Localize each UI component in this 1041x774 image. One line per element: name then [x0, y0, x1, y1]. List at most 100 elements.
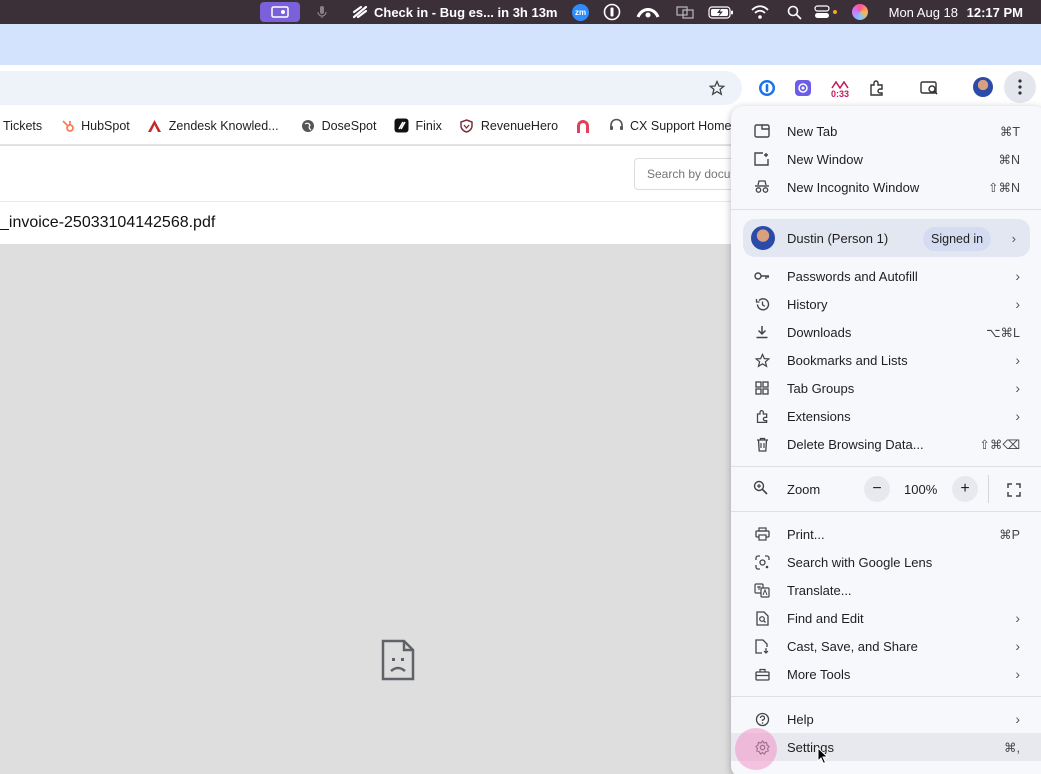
menu-new-tab[interactable]: New Tab ⌘T [731, 117, 1041, 145]
menu-cast-save-share[interactable]: Cast, Save, and Share › [731, 632, 1041, 660]
tab-strip[interactable] [0, 24, 1041, 65]
menu-settings[interactable]: Settings ⌘, [731, 733, 1041, 761]
help-icon [753, 710, 771, 728]
menu-find-and-edit[interactable]: Find and Edit › [731, 604, 1041, 632]
menu-help[interactable]: Help › [731, 705, 1041, 733]
zoom-magnifier-icon [753, 480, 768, 498]
menu-separator [731, 696, 1041, 697]
history-icon [753, 295, 771, 313]
click-indicator [735, 728, 777, 770]
chevron-right-icon: › [1015, 268, 1020, 284]
bookmark-star-icon[interactable] [706, 77, 728, 99]
bookmark-finix[interactable]: Finix [393, 118, 442, 134]
chevron-right-icon: › [1015, 380, 1020, 396]
menu-search-google-lens[interactable]: Search with Google Lens [731, 548, 1041, 576]
shield-icon [459, 118, 475, 134]
bookmark-hubspot[interactable]: HubSpot [59, 118, 130, 134]
bookmark-tickets[interactable]: Tickets [3, 119, 42, 133]
trash-icon [753, 435, 771, 453]
menu-separator [731, 466, 1041, 467]
menu-new-window[interactable]: New Window ⌘N [731, 145, 1041, 173]
chevron-right-icon: › [1015, 638, 1020, 654]
spotlight-search-icon[interactable] [787, 0, 802, 24]
save-page-icon [753, 637, 771, 655]
chevron-right-icon: › [1015, 711, 1020, 727]
menu-profile-row[interactable]: Dustin (Person 1) Signed in › [743, 219, 1030, 257]
menu-translate[interactable]: Translate... [731, 576, 1041, 604]
profile-avatar[interactable] [972, 76, 994, 98]
toolbox-icon [753, 665, 771, 683]
zoom-in-button[interactable]: + [952, 476, 978, 502]
puzzle-icon [753, 407, 771, 425]
menu-tab-groups[interactable]: Tab Groups › [731, 374, 1041, 402]
menu-separator [731, 511, 1041, 512]
find-page-icon [753, 609, 771, 627]
key-icon [753, 267, 771, 285]
fullscreen-icon[interactable] [1001, 477, 1027, 503]
incognito-icon [753, 178, 771, 196]
ai-extension-icon[interactable] [792, 77, 814, 99]
zoom-level: 100% [904, 482, 938, 497]
bookmark-arch[interactable] [575, 118, 591, 134]
timer-extension-icon[interactable]: 0:33 [826, 79, 854, 101]
arch-icon [575, 118, 591, 134]
control-center-icon[interactable] [814, 0, 838, 24]
translate-icon [753, 581, 771, 599]
chrome-app-menu: New Tab ⌘T New Window ⌘N New Incognito W… [731, 106, 1041, 774]
chevron-right-icon: › [1015, 352, 1020, 368]
mirroring-icon[interactable] [676, 0, 694, 24]
star-icon [753, 351, 771, 369]
finix-icon [393, 118, 409, 134]
menu-history[interactable]: History › [731, 290, 1041, 318]
menubar-time[interactable]: 12:17 PM [967, 0, 1023, 24]
vpn-icon[interactable] [636, 0, 660, 24]
kebab-menu-icon[interactable] [1004, 71, 1036, 103]
menu-more-tools[interactable]: More Tools › [731, 660, 1041, 688]
menu-downloads[interactable]: Downloads ⌥⌘L [731, 318, 1041, 346]
menu-passwords-autofill[interactable]: Passwords and Autofill › [731, 262, 1041, 290]
menubar-date[interactable]: Mon Aug 18 [889, 0, 958, 24]
siri-icon[interactable] [852, 0, 868, 24]
meeting-icon [352, 5, 368, 19]
signed-in-badge: Signed in [923, 227, 992, 251]
pdf-filename: _invoice-25033104142568.pdf [0, 214, 216, 231]
battery-icon[interactable] [708, 0, 734, 24]
new-window-icon [753, 150, 771, 168]
bookmark-dosespot[interactable]: DoseSpot [300, 118, 376, 134]
zoom-app-icon[interactable]: zm [572, 0, 589, 24]
menu-delete-browsing-data[interactable]: Delete Browsing Data... ⇧⌘⌫ [731, 430, 1041, 458]
print-icon [753, 525, 771, 543]
menu-separator [731, 209, 1041, 210]
extensions-puzzle-icon[interactable] [866, 77, 888, 99]
zoom-out-button[interactable]: − [864, 476, 890, 502]
broken-document-icon [380, 638, 416, 685]
onepassword-icon[interactable] [603, 0, 621, 24]
screen-share-icon[interactable] [260, 2, 300, 22]
meeting-text: Check in - Bug es... in 3h 13m [374, 4, 558, 20]
menu-bookmarks-lists[interactable]: Bookmarks and Lists › [731, 346, 1041, 374]
bookmark-zendesk[interactable]: Zendesk Knowled... [147, 118, 279, 134]
chevron-right-icon: › [1011, 230, 1016, 246]
browser-toolbar: 0:33 [0, 65, 1041, 107]
menu-print[interactable]: Print... ⌘P [731, 520, 1041, 548]
menu-extensions[interactable]: Extensions › [731, 402, 1041, 430]
new-tab-icon [753, 122, 771, 140]
tab-search-icon[interactable] [919, 77, 941, 99]
chevron-right-icon: › [1015, 610, 1020, 626]
address-bar[interactable] [0, 71, 742, 105]
zoom-label: Zoom [787, 482, 821, 497]
bookmark-revenuehero[interactable]: RevenueHero [459, 118, 558, 134]
mouse-cursor-icon [817, 746, 829, 768]
menu-zoom-row: Zoom − 100% + [731, 473, 1041, 505]
microphone-icon[interactable] [317, 0, 327, 24]
wifi-icon[interactable] [751, 0, 769, 24]
chevron-right-icon: › [1015, 296, 1020, 312]
menu-new-incognito-window[interactable]: New Incognito Window ⇧⌘N [731, 173, 1041, 201]
hubspot-icon [59, 118, 75, 134]
profile-avatar-icon [751, 226, 775, 250]
headset-icon [608, 118, 624, 134]
calendar-event[interactable]: Check in - Bug es... in 3h 13m [352, 0, 558, 24]
bookmark-cx-support[interactable]: CX Support Home [608, 118, 731, 134]
chevron-right-icon: › [1015, 408, 1020, 424]
onepassword-extension-icon[interactable] [756, 77, 778, 99]
